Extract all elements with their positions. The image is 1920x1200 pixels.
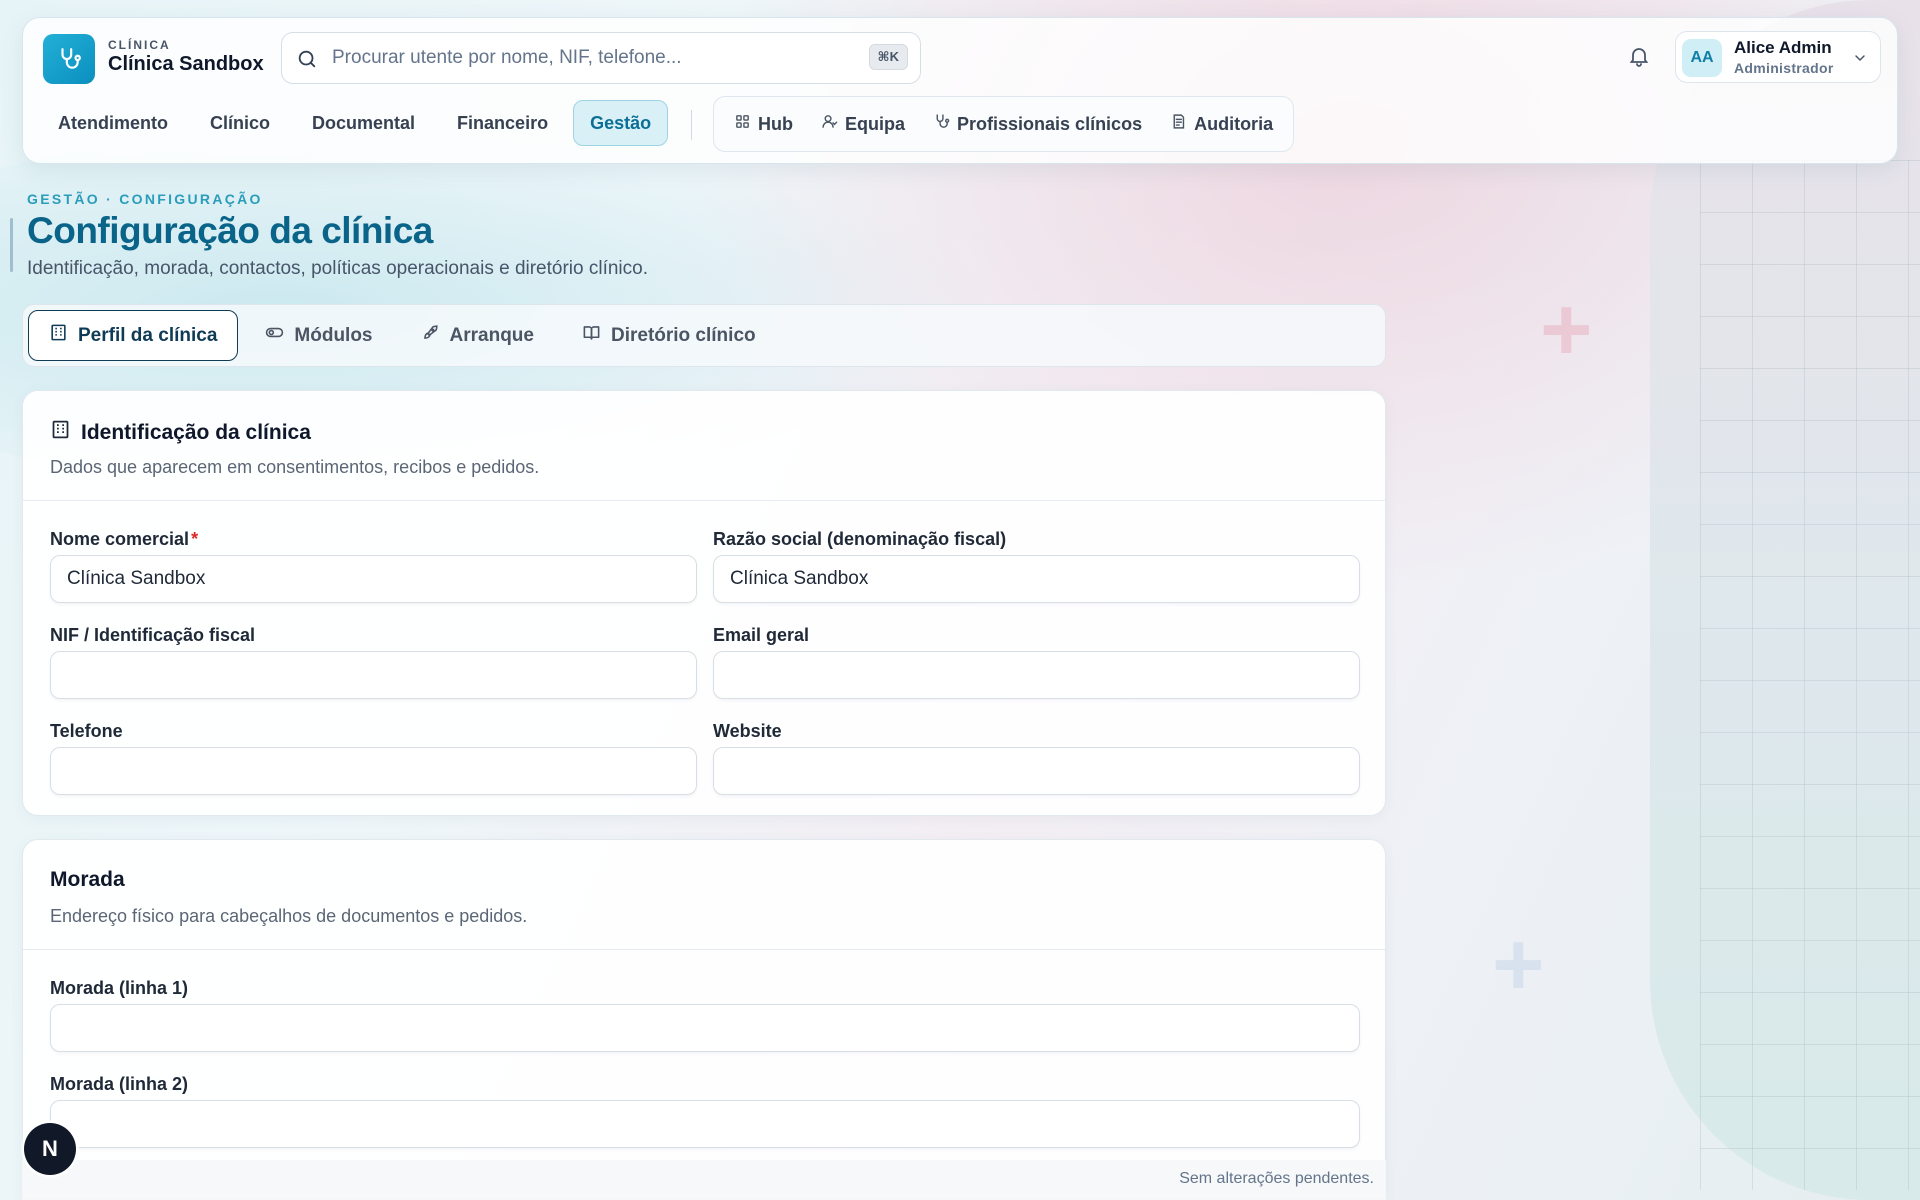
card-title-text: Identificação da clínica [81, 420, 311, 444]
nav-documental[interactable]: Documental [295, 100, 432, 146]
subnav-label: Equipa [845, 113, 906, 134]
tab-arranque[interactable]: Arranque [400, 310, 555, 361]
subnav-label: Auditoria [1194, 113, 1274, 134]
stethoscope-logo-icon[interactable] [43, 34, 95, 84]
website-label: Website [713, 721, 782, 741]
toggle-icon [265, 323, 284, 348]
tab-label: Perfil da clínica [78, 324, 218, 346]
shortcut-badge: ⌘K [868, 44, 908, 70]
nav-gestao[interactable]: Gestão [573, 100, 669, 146]
audit-icon [1170, 113, 1187, 135]
address-line1-input[interactable] [50, 1004, 1360, 1052]
trade-name-input[interactable] [50, 555, 697, 603]
breadcrumb: GESTÃO · CONFIGURAÇÃO [27, 191, 263, 207]
tab-label: Diretório clínico [610, 324, 756, 346]
rocket-icon [421, 323, 440, 348]
tab-label: Arranque [449, 324, 534, 346]
top-bar: CLÍNICA Clínica Sandbox ⌘K AA Alice Admi… [22, 17, 1898, 164]
save-status-bar: Sem alterações pendentes. [22, 1160, 1386, 1200]
user-menu[interactable]: AA Alice Admin Administrador [1675, 31, 1881, 83]
card-title-text: Morada [50, 868, 125, 891]
address-line2-input[interactable] [50, 1100, 1360, 1148]
page-subtitle: Identificação, morada, contactos, políti… [27, 258, 648, 279]
card-header: Morada Endereço físico para cabeçalhos d… [23, 840, 1385, 950]
status-text: Sem alterações pendentes. [1179, 1170, 1374, 1187]
brand-name[interactable]: Clínica Sandbox [108, 53, 264, 76]
card-description: Dados que aparecem em consentimentos, re… [50, 457, 540, 477]
user-name: Alice Admin [1734, 38, 1832, 57]
legal-name-input[interactable] [713, 555, 1360, 603]
users-icon [821, 113, 838, 135]
main-nav: Atendimento Clínico Documental Financeir… [41, 100, 669, 146]
nif-label: NIF / Identificação fiscal [50, 625, 256, 645]
stethoscope-icon [933, 113, 950, 135]
card-title: Morada [50, 868, 125, 892]
bell-icon[interactable] [1627, 44, 1651, 73]
card-header: Identificação da clínica Dados que apare… [23, 391, 1385, 501]
phone-label: Telefone [50, 721, 123, 741]
card-title: Identificação da clínica [50, 419, 311, 446]
subnav-hub[interactable]: Hub [722, 104, 805, 144]
chevron-down-icon [1852, 50, 1868, 71]
nav-financeiro[interactable]: Financeiro [440, 100, 565, 146]
address-line2-label: Morada (linha 2) [50, 1074, 189, 1094]
avatar: AA [1682, 39, 1722, 77]
search-input[interactable] [332, 33, 852, 83]
phone-input[interactable] [50, 747, 697, 795]
card-description: Endereço físico para cabeçalhos de docum… [50, 906, 528, 926]
tab-diretorio[interactable]: Diretório clínico [561, 310, 777, 361]
tab-modulos[interactable]: Módulos [244, 310, 393, 361]
nif-input[interactable] [50, 651, 697, 699]
email-input[interactable] [713, 651, 1360, 699]
brand-kicker: CLÍNICA [108, 38, 171, 52]
email-label: Email geral [713, 625, 810, 645]
settings-tabs: Perfil da clínica Módulos Arranque Diret… [22, 304, 1386, 367]
heading-accent [10, 218, 13, 272]
building-icon [50, 419, 71, 446]
user-role: Administrador [1734, 60, 1834, 76]
identification-card: Identificação da clínica Dados que apare… [22, 390, 1386, 816]
nav-clinico[interactable]: Clínico [193, 100, 287, 146]
nav-divider [691, 110, 692, 140]
dev-tools-button[interactable]: N [24, 1123, 76, 1175]
tab-perfil[interactable]: Perfil da clínica [28, 310, 239, 361]
subnav-profissionais[interactable]: Profissionais clínicos [921, 104, 1154, 144]
nav-atendimento[interactable]: Atendimento [41, 100, 185, 146]
book-icon [582, 323, 601, 348]
subnav-label: Profissionais clínicos [957, 113, 1143, 134]
building-icon [49, 323, 68, 348]
search-icon [296, 48, 318, 75]
address-card: Morada Endereço físico para cabeçalhos d… [22, 839, 1386, 1200]
sub-nav: Hub Equipa Profissionais clínicos Audito… [713, 96, 1295, 152]
legal-name-label: Razão social (denominação fiscal) [713, 529, 1007, 549]
grid-icon [734, 113, 751, 135]
address-line1-label: Morada (linha 1) [50, 978, 189, 998]
tab-label: Módulos [294, 324, 373, 346]
subnav-label: Hub [758, 113, 793, 134]
trade-name-label: Nome comercial * [50, 529, 199, 549]
subnav-auditoria[interactable]: Auditoria [1158, 104, 1285, 144]
page-title: Configuração da clínica [27, 210, 433, 251]
website-input[interactable] [713, 747, 1360, 795]
search-box[interactable]: ⌘K [281, 32, 921, 84]
subnav-equipa[interactable]: Equipa [809, 104, 917, 144]
